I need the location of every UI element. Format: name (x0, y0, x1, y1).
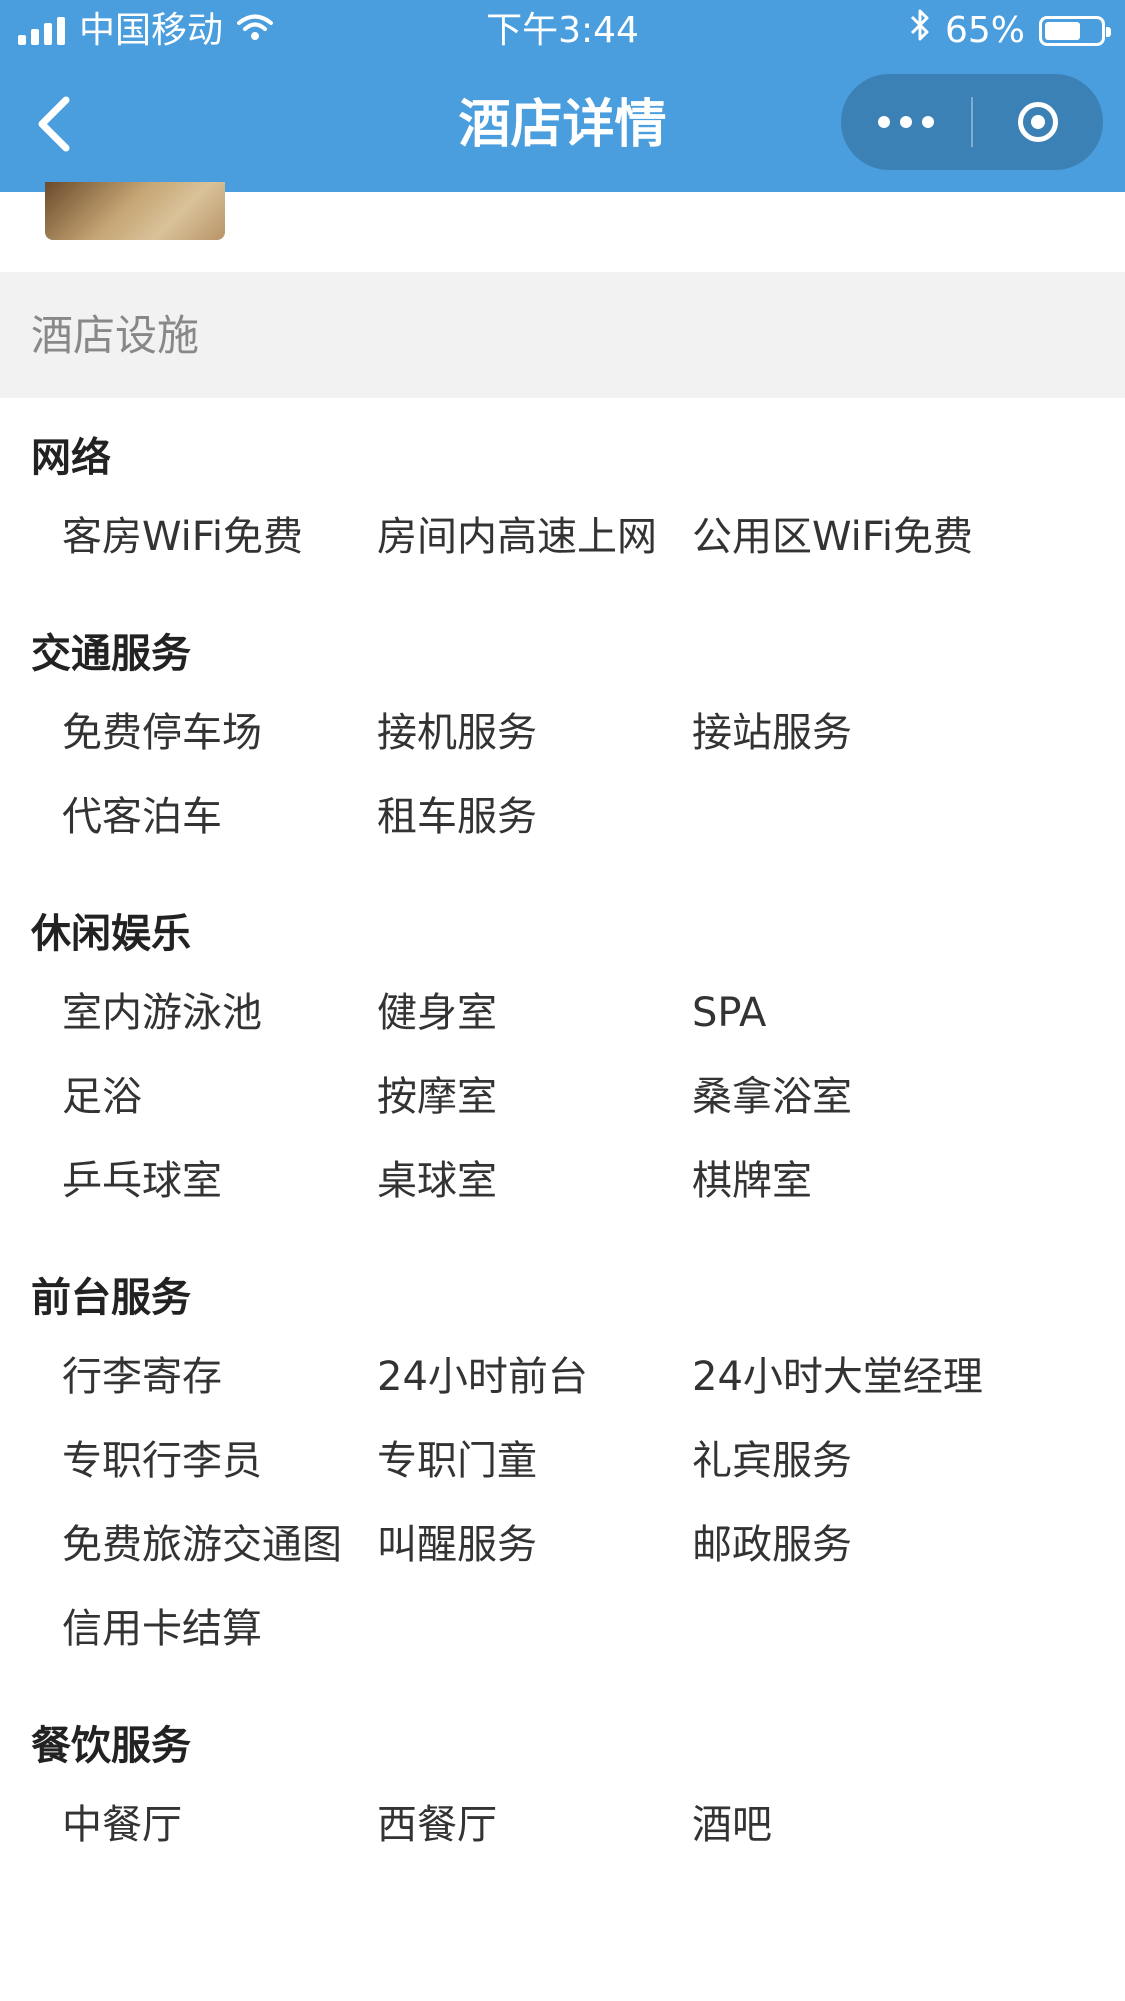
facility-item: 房间内高速上网 (377, 514, 657, 560)
target-icon (1018, 102, 1058, 142)
facility-item: 西餐厅 (377, 1802, 497, 1848)
facility-item: 健身室 (377, 990, 497, 1036)
facility-group: 休闲娱乐室内游泳池 健身室 SPA 足浴 按摩室 桑拿浴室乒乓球室 桌球室 棋牌室 (0, 904, 1125, 1268)
facility-groups: 网络客房WiFi免费 房间内高速上网 公用区WiFi免费交通服务免费停车场 接机服务 接… (0, 428, 1125, 1912)
facility-group: 交通服务免费停车场 接机服务 接站服务代客泊车 租车服务 (0, 624, 1125, 904)
facility-group: 餐饮服务中餐厅 西餐厅 酒吧 (0, 1716, 1125, 1912)
facility-group: 网络客房WiFi免费 房间内高速上网 公用区WiFi免费 (0, 428, 1125, 624)
nav-bar: 酒店详情 (0, 62, 1125, 192)
battery-icon (1039, 16, 1111, 46)
facility-item: 专职行李员 (62, 1438, 262, 1484)
hotel-photo-thumbnail[interactable] (45, 182, 225, 240)
facility-item: 酒吧 (692, 1802, 772, 1848)
facility-item: 24小时大堂经理 (692, 1354, 983, 1400)
facility-group: 前台服务行李寄存 24小时前台 24小时大堂经理专职行李员 专职门童 礼宾服务免费旅游交… (0, 1268, 1125, 1716)
facility-item: 公用区WiFi免费 (692, 514, 973, 560)
bluetooth-icon (909, 0, 931, 62)
facility-list: 室内游泳池 健身室 SPA 足浴 按摩室 桑拿浴室乒乓球室 桌球室 棋牌室 (31, 986, 1125, 1208)
mini-program-capsule (841, 74, 1103, 170)
close-program-button[interactable] (973, 74, 1103, 170)
facility-item: 桑拿浴室 (692, 1074, 852, 1120)
facility-group-title: 餐饮服务 (31, 1723, 191, 1769)
facility-item: SPA (692, 990, 767, 1036)
facility-item: 叫醒服务 (377, 1522, 537, 1568)
facility-item: 行李寄存 (62, 1354, 222, 1400)
facility-item: 免费停车场 (62, 710, 262, 756)
status-right: 65% (909, 0, 1111, 62)
facility-item: 足浴 (62, 1074, 142, 1120)
battery-fill (1045, 22, 1080, 40)
facility-item: 棋牌室 (692, 1158, 812, 1204)
facility-list: 中餐厅 西餐厅 酒吧 (31, 1798, 1125, 1852)
facility-item: 专职门童 (377, 1438, 537, 1484)
facility-item: 代客泊车 (62, 794, 222, 840)
facility-item: 中餐厅 (62, 1802, 182, 1848)
facility-item: 乒乓球室 (62, 1158, 222, 1204)
top-bar: 中国移动 下午3:44 65% 酒店详情 (0, 0, 1125, 192)
facility-item: 接机服务 (377, 710, 537, 756)
facility-group-title: 休闲娱乐 (31, 911, 191, 957)
more-dots-icon (878, 116, 934, 128)
facility-group-title: 交通服务 (31, 631, 191, 677)
section-header: 酒店设施 (0, 272, 1125, 398)
facility-item: 24小时前台 (377, 1354, 588, 1400)
facility-item: 租车服务 (377, 794, 537, 840)
battery-percent: 65% (944, 10, 1025, 51)
facility-group-title: 前台服务 (31, 1275, 191, 1321)
facility-item: 礼宾服务 (692, 1438, 852, 1484)
facility-item: 室内游泳池 (62, 990, 262, 1036)
facility-item: 信用卡结算 (62, 1606, 262, 1652)
facility-group-title: 网络 (31, 435, 111, 481)
facility-item: 客房WiFi免费 (62, 514, 303, 560)
facility-item: 桌球室 (377, 1158, 497, 1204)
more-button[interactable] (841, 74, 971, 170)
facility-list: 行李寄存 24小时前台 24小时大堂经理专职行李员 专职门童 礼宾服务免费旅游交通图 叫醒… (31, 1350, 1125, 1656)
facility-item: 接站服务 (692, 710, 852, 756)
facility-list: 免费停车场 接机服务 接站服务代客泊车 租车服务 (31, 706, 1125, 844)
facility-item: 免费旅游交通图 (62, 1522, 342, 1568)
facility-list: 客房WiFi免费 房间内高速上网 公用区WiFi免费 (31, 510, 1125, 564)
status-bar: 中国移动 下午3:44 65% (0, 0, 1125, 62)
facility-item: 邮政服务 (692, 1522, 852, 1568)
facility-item: 按摩室 (377, 1074, 497, 1120)
section-title: 酒店设施 (31, 311, 200, 360)
